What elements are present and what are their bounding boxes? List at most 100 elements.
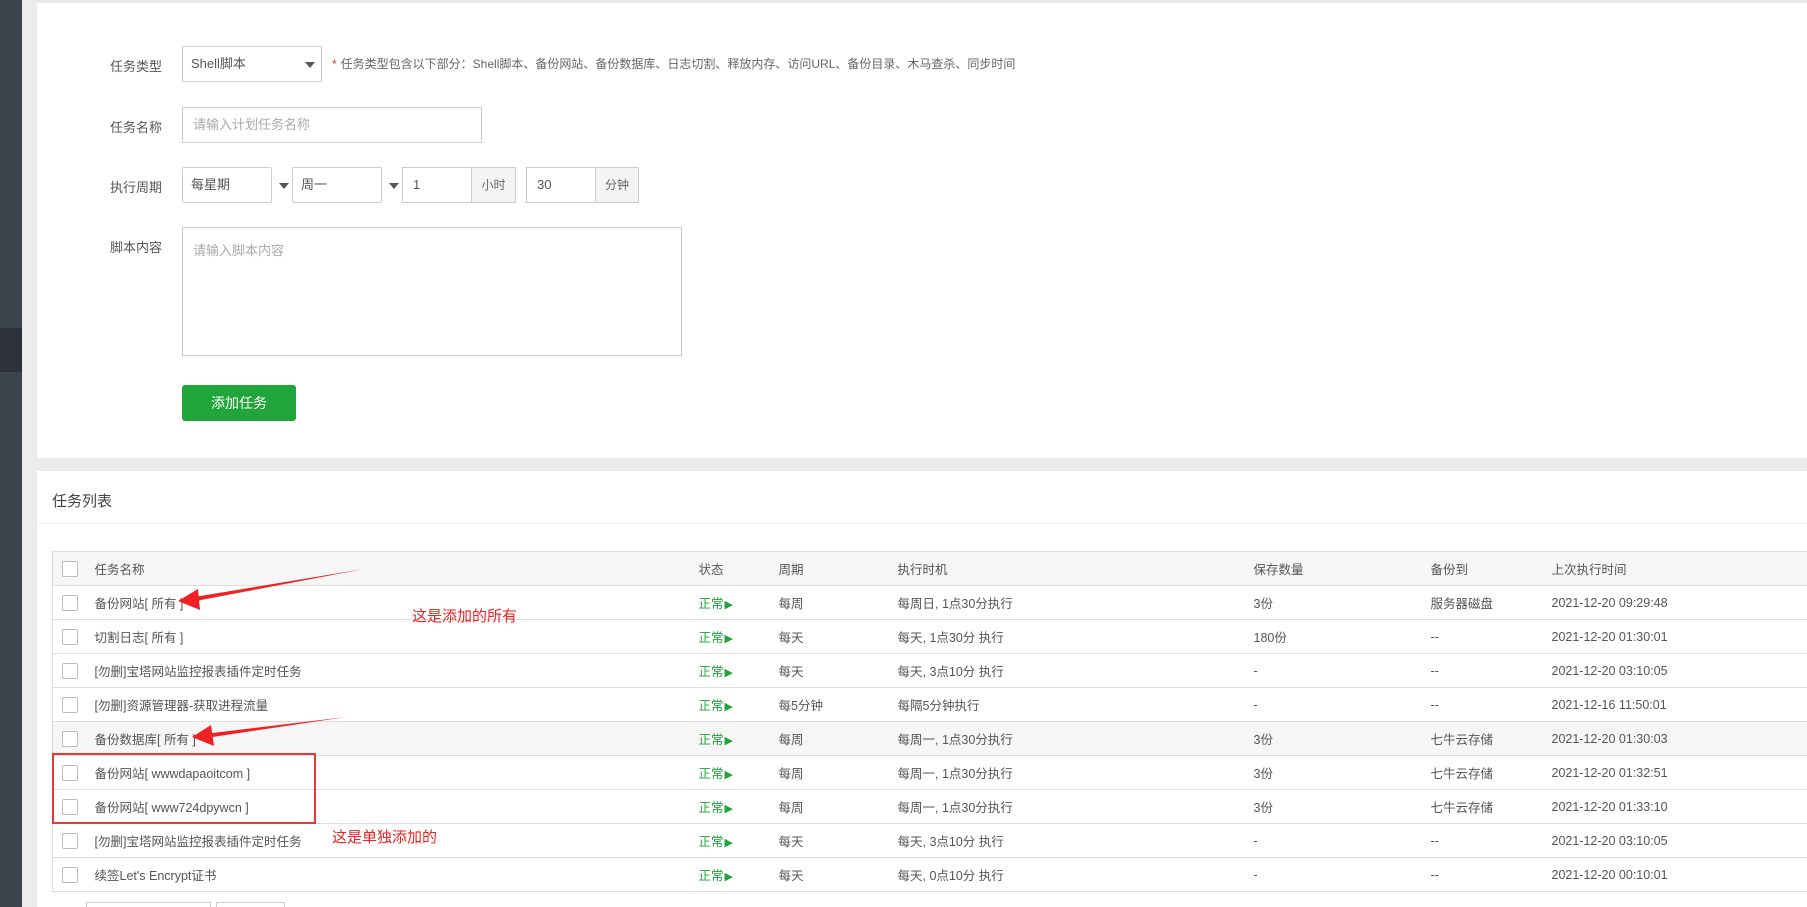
cell-cycle: 每天: [778, 857, 898, 892]
cell-cycle: 每周: [778, 789, 898, 824]
task-type-value: Shell脚本: [191, 56, 246, 71]
row-select-cell: [52, 653, 95, 688]
cell-last-run: 2021-12-16 11:50:01: [1551, 687, 1807, 722]
column-header-last-run[interactable]: 上次执行时间: [1551, 551, 1807, 586]
table-row[interactable]: [勿删]宝塔网站监控报表插件定时任务 正常▶ 每天 每天, 3点10分 执行 - -- 20…: [52, 823, 1807, 858]
script-textarea[interactable]: 请输入脚本内容: [182, 227, 682, 356]
cell-cycle: 每天: [778, 653, 898, 688]
cell-last-run: 2021-12-20 01:30:03: [1551, 721, 1807, 756]
select-all-checkbox[interactable]: [62, 560, 78, 577]
row-select-cell: [52, 857, 95, 892]
cell-cycle: 每周: [778, 585, 898, 620]
play-icon: ▶: [724, 803, 733, 815]
highlight-box: [52, 753, 316, 824]
weekday-select[interactable]: 周一: [292, 167, 399, 203]
task-list-panel: 任务列表 任务名称 状态 周期 执行时机 保存数量 备份到 上次执行时间 备份网…: [37, 471, 1807, 907]
row-checkbox[interactable]: [62, 866, 78, 883]
page-size-select[interactable]: [86, 902, 211, 907]
status-text: 正常: [698, 699, 724, 713]
cell-timing: 每周一, 1点30分执行: [897, 721, 1254, 756]
minute-input[interactable]: 30: [526, 167, 596, 203]
cell-backup-to: 七牛云存储: [1430, 789, 1552, 824]
cell-keep: 3份: [1253, 789, 1431, 824]
cell-status[interactable]: 正常▶: [698, 789, 779, 824]
cell-keep: -: [1253, 823, 1431, 858]
page-button[interactable]: [216, 902, 285, 907]
cell-last-run: 2021-12-20 09:29:48: [1551, 585, 1807, 620]
task-name-input[interactable]: 请输入计划任务名称: [182, 107, 482, 143]
play-icon: ▶: [724, 871, 733, 883]
column-header-status[interactable]: 状态: [698, 551, 779, 586]
status-text: 正常: [698, 869, 724, 883]
cell-backup-to: --: [1430, 687, 1552, 722]
period-type-select[interactable]: 每星期: [182, 167, 289, 203]
task-name-label: 任务名称: [110, 120, 163, 135]
status-text: 正常: [698, 597, 724, 611]
cell-status[interactable]: 正常▶: [698, 721, 779, 756]
cell-status[interactable]: 正常▶: [698, 823, 779, 858]
column-header-backup-to[interactable]: 备份到: [1430, 551, 1552, 586]
table-row[interactable]: 切割日志[ 所有 ] 正常▶ 每天 每天, 1点30分 执行 180份 -- 2021-12…: [52, 619, 1807, 654]
minute-unit: 分钟: [595, 167, 639, 203]
task-table: 任务名称 状态 周期 执行时机 保存数量 备份到 上次执行时间 备份网站[ 所有…: [52, 551, 1807, 892]
required-star: *: [332, 57, 337, 71]
row-checkbox[interactable]: [62, 662, 78, 679]
hour-input[interactable]: 1: [402, 167, 472, 203]
column-header-keep[interactable]: 保存数量: [1253, 551, 1431, 586]
cell-status[interactable]: 正常▶: [698, 619, 779, 654]
cell-status[interactable]: 正常▶: [698, 687, 779, 722]
table-row[interactable]: 备份数据库[ 所有 ] 正常▶ 每周 每周一, 1点30分执行 3份 七牛云存储 2021-…: [52, 721, 1807, 756]
annotation-added-all: 这是添加的所有: [412, 608, 518, 625]
sidebar-active-item[interactable]: [0, 328, 22, 372]
table-row[interactable]: 续签Let's Encrypt证书 正常▶ 每天 每天, 0点10分 执行 - -- 202…: [52, 857, 1807, 892]
table-row[interactable]: [勿删]资源管理器-获取进程流量 正常▶ 每5分钟 每隔5分钟执行 - -- 2021-12…: [52, 687, 1807, 722]
chevron-down-icon: [305, 62, 315, 68]
period-label: 执行周期: [110, 180, 163, 195]
cell-status[interactable]: 正常▶: [698, 857, 779, 892]
annotation-added-single: 这是单独添加的: [332, 829, 438, 846]
cell-keep: -: [1253, 653, 1431, 688]
cell-keep: 3份: [1253, 721, 1431, 756]
add-task-button[interactable]: 添加任务: [182, 385, 296, 421]
status-text: 正常: [698, 767, 724, 781]
row-select-cell: [52, 585, 95, 620]
cell-keep: -: [1253, 687, 1431, 722]
weekday-value: 周一: [301, 177, 328, 192]
row-checkbox[interactable]: [62, 696, 78, 713]
row-checkbox[interactable]: [62, 730, 78, 747]
cell-last-run: 2021-12-20 00:10:01: [1551, 857, 1807, 892]
chevron-down-icon: [389, 183, 399, 189]
table-row[interactable]: 备份网站[ 所有 ] 正常▶ 每周 每周日, 1点30分执行 3份 服务器磁盘 2021-1…: [52, 585, 1807, 620]
cell-cycle: 每天: [778, 619, 898, 654]
table-row[interactable]: [勿删]宝塔网站监控报表插件定时任务 正常▶ 每天 每天, 3点10分 执行 - -- 20…: [52, 653, 1807, 688]
hour-value: 1: [413, 177, 421, 192]
row-checkbox[interactable]: [62, 832, 78, 849]
cell-cycle: 每天: [778, 823, 898, 858]
row-checkbox[interactable]: [62, 628, 78, 645]
cell-name: [勿删]宝塔网站监控报表插件定时任务: [94, 653, 699, 688]
cell-last-run: 2021-12-20 01:32:51: [1551, 755, 1807, 790]
table-header-row: 任务名称 状态 周期 执行时机 保存数量 备份到 上次执行时间: [52, 551, 1807, 586]
column-header-cycle[interactable]: 周期: [778, 551, 898, 586]
cell-backup-to: --: [1430, 653, 1552, 688]
row-select-cell: [52, 619, 95, 654]
status-text: 正常: [698, 835, 724, 849]
cell-status[interactable]: 正常▶: [698, 585, 779, 620]
cell-timing: 每周一, 1点30分执行: [897, 755, 1254, 790]
cell-backup-to: 七牛云存储: [1430, 755, 1552, 790]
select-all-cell: [52, 551, 95, 586]
column-header-timing[interactable]: 执行时机: [897, 551, 1254, 586]
cell-name: 续签Let's Encrypt证书: [94, 857, 699, 892]
cell-timing: 每周一, 1点30分执行: [897, 789, 1254, 824]
column-header-name[interactable]: 任务名称: [94, 551, 699, 586]
row-checkbox[interactable]: [62, 594, 78, 611]
task-type-select[interactable]: Shell脚本: [182, 46, 322, 82]
cell-status[interactable]: 正常▶: [698, 653, 779, 688]
cell-keep: 180份: [1253, 619, 1431, 654]
row-select-cell: [52, 823, 95, 858]
cell-status[interactable]: 正常▶: [698, 755, 779, 790]
play-icon: ▶: [724, 769, 733, 781]
chevron-down-icon: [279, 183, 289, 189]
cell-timing: 每隔5分钟执行: [897, 687, 1254, 722]
cell-timing: 每天, 1点30分 执行: [897, 619, 1254, 654]
